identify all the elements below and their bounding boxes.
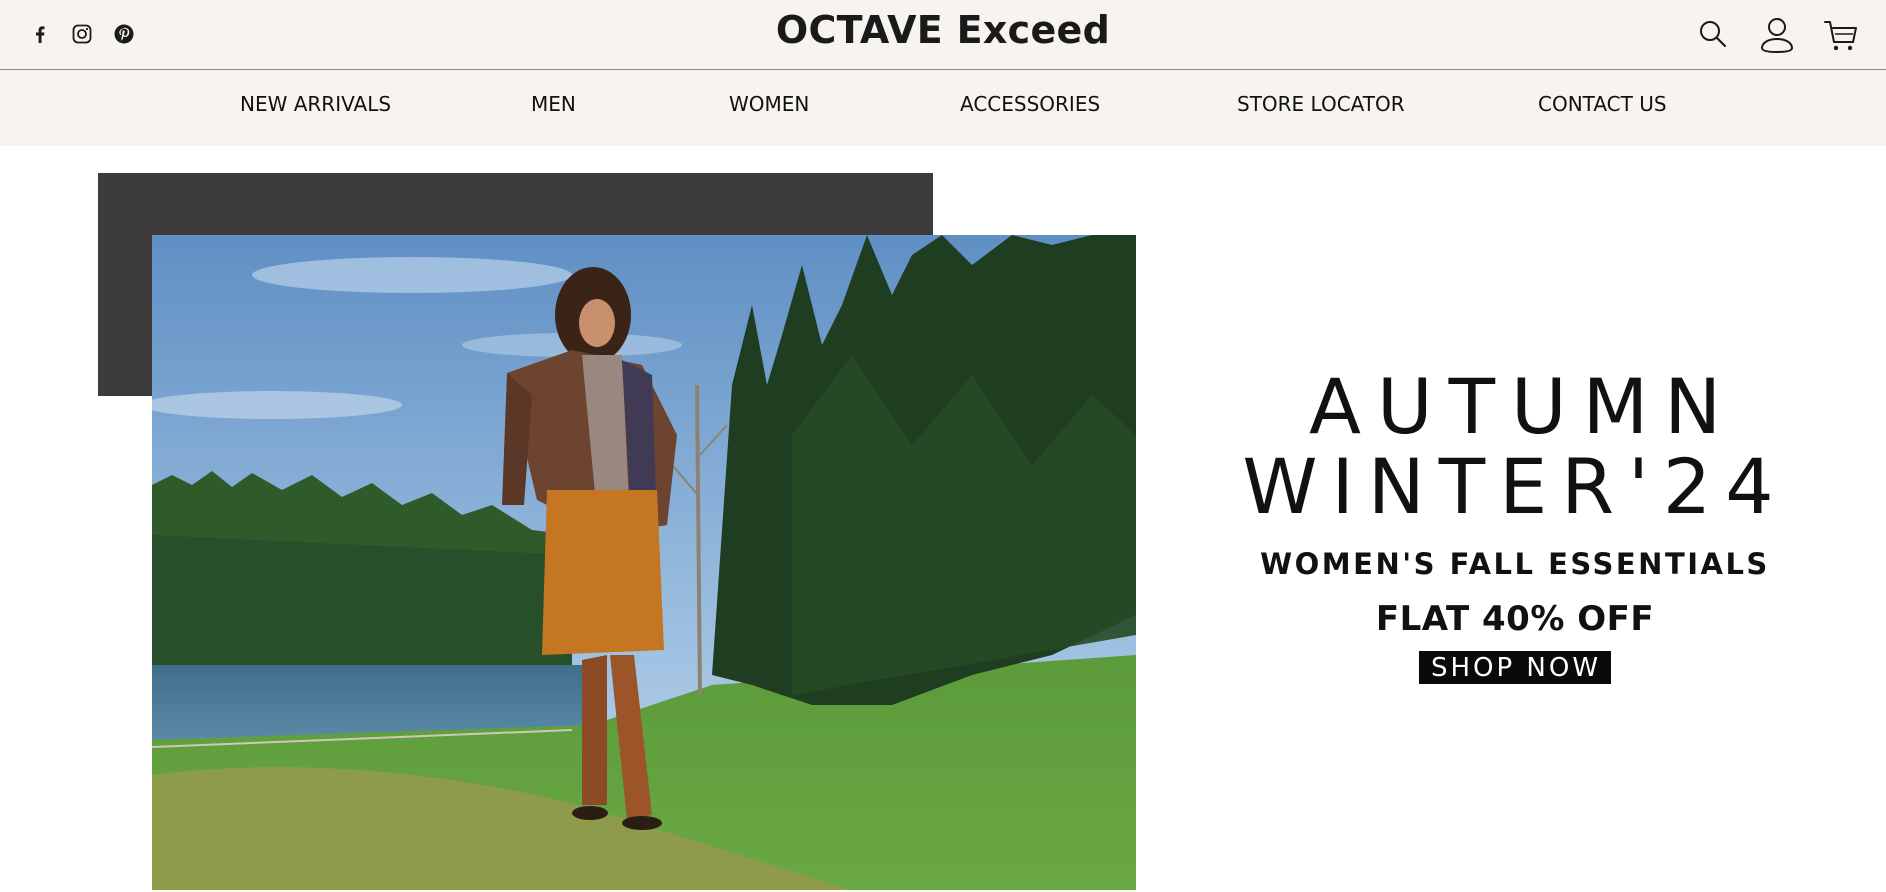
nav-new-arrivals[interactable]: NEW ARRIVALS [240,92,391,116]
brand-logo[interactable]: OCTAVE Exceed [0,8,1886,52]
brand-name: OCTAVE [775,8,944,52]
brand-tagline: Exceed [943,8,1111,52]
promo-season-line-1: AUTUMN [1308,362,1738,451]
nav-accessories[interactable]: ACCESSORIES [960,92,1100,116]
hero-banner-image[interactable] [152,235,1136,890]
main-nav: NEW ARRIVALS MEN WOMEN ACCESSORIES STORE… [0,70,1886,146]
nav-women[interactable]: WOMEN [729,92,809,116]
top-header: OCTAVE Exceed [0,0,1886,70]
search-icon[interactable] [1694,16,1732,54]
cart-icon[interactable] [1822,16,1860,54]
nav-store-locator[interactable]: STORE LOCATOR [1237,92,1405,116]
shop-now-button[interactable]: SHOP NOW [1418,651,1612,684]
promo-subtitle: WOMEN'S FALL ESSENTIALS [1260,547,1770,581]
promo-discount: FLAT 40% OFF [1375,599,1655,639]
promo-season-line-2: WINTER'24 [1242,442,1788,531]
header-actions [1694,16,1860,54]
nav-contact-us[interactable]: CONTACT US [1538,92,1667,116]
promo-panel: AUTUMN WINTER'24 WOMEN'S FALL ESSENTIALS… [1210,365,1820,684]
account-icon[interactable] [1758,16,1796,54]
nav-men[interactable]: MEN [531,92,576,116]
